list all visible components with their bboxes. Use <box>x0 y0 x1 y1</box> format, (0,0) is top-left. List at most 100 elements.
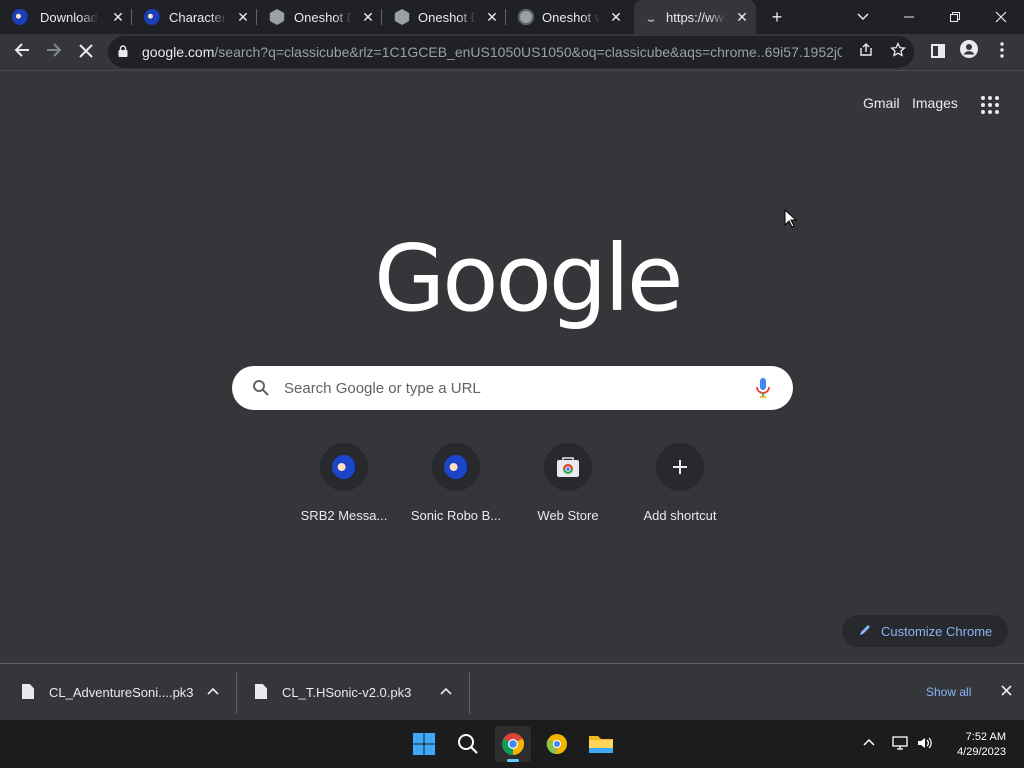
sonic-favicon-icon <box>144 9 160 25</box>
shortcut-icon-circle <box>320 443 368 491</box>
new-tab-page: Gmail Images Google SRB2 Messa... Sonic … <box>0 70 1024 663</box>
chrome-canary-icon[interactable] <box>541 728 573 760</box>
tab-title: Oneshot Do <box>418 10 476 25</box>
volume-icon[interactable] <box>916 734 934 752</box>
close-icon <box>995 11 1007 23</box>
sonic-icon <box>444 455 468 479</box>
shortcut-sonic-robo-blast[interactable]: Sonic Robo B... <box>408 443 504 533</box>
back-button[interactable] <box>8 38 36 66</box>
browser-toolbar: google.com/search?q=classicube&rlz=1C1GC… <box>0 34 1024 70</box>
minimize-icon <box>904 16 914 18</box>
sonic-favicon-icon <box>12 9 28 25</box>
hexagon-favicon-icon <box>394 9 410 25</box>
share-button[interactable] <box>856 42 876 62</box>
stop-icon <box>79 44 93 58</box>
profile-button[interactable] <box>955 38 983 66</box>
microphone-icon[interactable] <box>753 377 773 399</box>
windows-start-icon[interactable] <box>408 728 440 760</box>
shortcut-srb2-message[interactable]: SRB2 Messa... <box>296 443 392 533</box>
arrow-right-icon <box>47 43 62 57</box>
close-icon <box>1000 685 1012 696</box>
shortcut-label: Sonic Robo B... <box>410 508 502 523</box>
web-store-icon <box>557 457 579 477</box>
tab-search-button[interactable] <box>850 4 876 30</box>
network-icon[interactable] <box>891 734 909 752</box>
download-item[interactable]: CL_T.HSonic-v2.0.pk3 <box>233 664 470 721</box>
search-input[interactable] <box>284 375 724 401</box>
gmail-link[interactable]: Gmail <box>863 95 900 111</box>
tab-oneshot-v1[interactable]: Oneshot v1 ✕ <box>506 0 630 34</box>
plus-icon <box>673 460 687 474</box>
bookmark-star-button[interactable] <box>888 41 908 62</box>
clock-date: 4/29/2023 <box>957 746 1006 758</box>
stop-loading-button[interactable] <box>72 38 100 66</box>
clock-time: 7:52 AM <box>965 731 1006 743</box>
url-text: google.com/search?q=classicube&rlz=1C1GC… <box>142 44 842 60</box>
chevron-up-icon[interactable] <box>860 734 878 752</box>
active-indicator <box>507 759 519 762</box>
divider <box>469 672 470 714</box>
profile-avatar-icon <box>960 40 978 58</box>
download-shelf: CL_AdventureSoni....pk3 CL_T.HSonic-v2.0… <box>0 663 1024 720</box>
shortcut-web-store[interactable]: Web Store <box>520 443 616 533</box>
google-apps-icon[interactable] <box>981 96 999 114</box>
search-icon <box>253 380 269 396</box>
file-icon <box>22 684 34 699</box>
customize-label: Customize Chrome <box>881 624 993 639</box>
google-logo: Google <box>374 225 683 332</box>
chevron-up-icon[interactable] <box>205 683 221 699</box>
search-icon[interactable] <box>452 728 484 760</box>
side-panel-icon <box>931 44 945 58</box>
tab-title: Oneshot v1 <box>542 10 600 25</box>
shortcut-label: SRB2 Messa... <box>300 508 388 523</box>
close-window-button[interactable] <box>988 4 1014 30</box>
close-download-shelf-button[interactable] <box>996 682 1016 702</box>
side-panel-button[interactable] <box>924 38 952 66</box>
pencil-icon <box>860 625 870 635</box>
star-icon <box>890 41 906 57</box>
tab-title: Characters <box>169 10 227 25</box>
tab-oneshot-2[interactable]: Oneshot Do ✕ <box>382 0 506 34</box>
chevron-down-icon <box>857 13 869 21</box>
forward-button[interactable] <box>40 38 68 66</box>
customize-chrome-button[interactable]: Customize Chrome <box>842 615 1008 647</box>
search-box[interactable] <box>232 366 793 410</box>
minimize-button[interactable] <box>896 4 922 30</box>
lock-icon <box>118 45 128 57</box>
close-tab-icon[interactable]: ✕ <box>608 9 624 25</box>
arrow-left-icon <box>14 43 29 57</box>
download-item[interactable]: CL_AdventureSoni....pk3 <box>0 664 237 721</box>
globe-favicon-icon <box>518 9 534 25</box>
close-tab-icon[interactable]: ✕ <box>484 9 500 25</box>
chrome-menu-button[interactable] <box>988 38 1016 66</box>
download-filename: CL_T.HSonic-v2.0.pk3 <box>282 685 412 700</box>
address-bar[interactable]: google.com/search?q=classicube&rlz=1C1GC… <box>108 36 914 68</box>
windows-taskbar: 7:52 AM 4/29/2023 <box>0 720 1024 768</box>
tab-characters[interactable]: Characters ✕ <box>132 0 257 34</box>
add-shortcut-button[interactable]: Add shortcut <box>632 443 728 533</box>
loading-spinner-icon <box>646 12 656 22</box>
chrome-icon <box>502 733 524 755</box>
close-tab-icon[interactable]: ✕ <box>360 9 376 25</box>
tab-title: Oneshot Do <box>294 10 352 25</box>
clock[interactable]: 7:52 AM 4/29/2023 <box>950 730 1006 760</box>
close-tab-icon[interactable]: ✕ <box>734 9 750 25</box>
tab-active[interactable]: https://www ✕ <box>634 0 756 34</box>
close-tab-icon[interactable]: ✕ <box>110 9 126 25</box>
file-explorer-icon[interactable] <box>585 728 617 760</box>
new-tab-button[interactable]: + <box>764 4 790 30</box>
tab-title: https://www <box>666 10 726 25</box>
shortcut-icon-circle <box>544 443 592 491</box>
chrome-taskbar-button[interactable] <box>495 726 531 762</box>
share-icon <box>860 43 872 56</box>
shortcut-icon-circle <box>656 443 704 491</box>
images-link[interactable]: Images <box>912 95 958 111</box>
show-all-downloads-link[interactable]: Show all <box>926 685 971 699</box>
tab-oneshot-1[interactable]: Oneshot Do ✕ <box>257 0 382 34</box>
download-filename: CL_AdventureSoni....pk3 <box>49 685 194 700</box>
restore-button[interactable] <box>942 4 968 30</box>
tab-download[interactable]: Download ✕ <box>0 0 132 34</box>
chevron-up-icon[interactable] <box>438 683 454 699</box>
close-tab-icon[interactable]: ✕ <box>235 9 251 25</box>
sonic-icon <box>332 455 356 479</box>
